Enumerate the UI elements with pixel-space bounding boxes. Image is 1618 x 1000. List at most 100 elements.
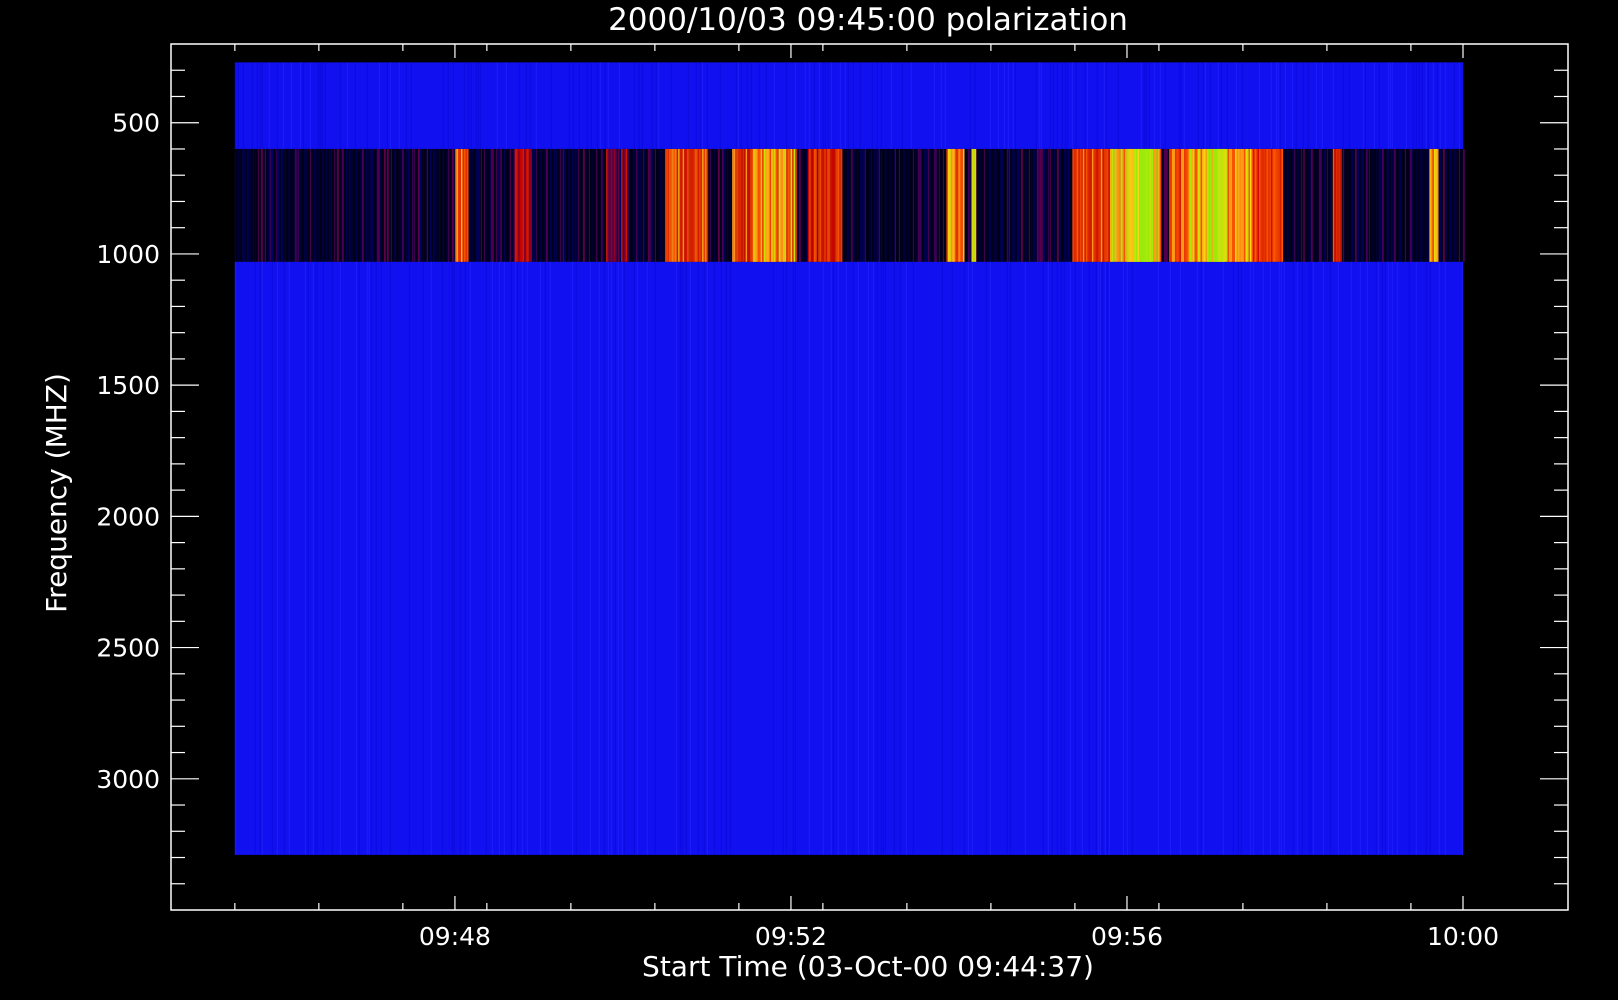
band-texture-line [452,62,454,149]
band-texture-line [735,62,737,149]
burst-line-14 [1191,148,1194,262]
burst-line-0 [459,148,462,262]
burst-line-12 [1137,148,1140,262]
noise-line [1059,148,1061,262]
noise-line [413,148,415,262]
noise-line [1042,148,1045,262]
band-texture-line [1302,62,1304,149]
band-texture-line [822,261,824,855]
band-texture-line [1396,261,1398,855]
y-axis-label: Frequency (MHZ) [40,373,73,613]
band-texture-line [1359,261,1361,855]
band-texture-line [1439,62,1441,149]
burst-line-18 [1432,148,1434,262]
noise-line [288,148,290,262]
burst-line-6 [757,148,760,262]
band-texture-line [1284,62,1286,149]
band-texture-line [1332,62,1334,149]
band-texture-line [859,62,861,149]
burst-line-5 [738,148,740,262]
burst-line-10 [1100,148,1103,262]
burst-line-14 [1225,148,1228,262]
band-texture-line [1292,261,1294,855]
band-texture-line [844,62,846,149]
burst-line-12 [1150,148,1153,262]
noise-line [1319,148,1322,262]
band-texture-line [254,261,256,855]
burst-line-11 [1117,148,1120,262]
burst-line-16 [1252,148,1255,262]
burst-line-6 [784,148,787,262]
band-texture-line [1312,261,1314,855]
band-texture-line [321,62,323,149]
burst-line-2 [613,148,616,262]
burst-line-6 [768,148,770,262]
noise-line [438,148,440,262]
band-texture-line [1071,62,1073,149]
burst-line-1 [515,148,517,262]
burst-line-4 [703,148,706,262]
burst-line-4 [672,148,674,262]
burst-line-1 [524,148,526,262]
noise-line [317,148,320,262]
band-texture-line [681,261,683,855]
noise-line [483,148,485,262]
burst-line-6 [756,148,758,262]
noise-line [563,148,566,262]
burst-line-13 [1176,148,1179,262]
band-texture-line [1105,62,1107,149]
noise-line [1028,148,1030,262]
noise-line [303,148,305,262]
y-tick-label: 1500 [96,371,160,400]
band-texture-line [603,261,605,855]
burst-line-7 [815,148,817,262]
noise-line [859,148,861,262]
band-texture-line [1202,261,1204,855]
burst-line-2 [610,148,613,262]
burst-line-13 [1182,148,1185,262]
blue-band-2 [234,261,1463,855]
noise-line [553,148,555,262]
burst-line-16 [1266,148,1269,262]
noise-line [1024,148,1027,262]
burst-line-15 [1211,148,1213,262]
band-texture-line [1196,261,1198,855]
band-texture-line [893,261,895,855]
band-texture-line [830,261,832,855]
noise-line [917,148,919,262]
band-texture-line [1183,62,1185,149]
band-texture-line [322,261,324,855]
noise-line [284,148,286,262]
band-texture-line [618,62,620,149]
band-texture-line [256,62,258,149]
noise-line [361,148,364,262]
band-texture-line [974,62,976,149]
burst-line-8 [947,148,950,262]
burst-line-18 [1435,148,1437,262]
noise-line [1458,148,1460,262]
band-texture-line [1425,62,1427,149]
noise-line [543,148,546,262]
noise-line [1012,148,1015,262]
burst-line-16 [1281,148,1284,262]
noise-line [296,148,298,262]
band-texture-line [1145,62,1147,149]
burst-line-6 [772,148,775,262]
burst-line-14 [1201,148,1204,262]
band-texture-line [1458,62,1460,149]
burst-line-4 [684,148,686,262]
band-texture-line [586,62,588,149]
noise-line [1002,148,1004,262]
band-texture-line [703,261,705,855]
noise-line [894,148,896,262]
noise-line [904,148,906,262]
burst-line-2 [609,148,611,262]
noise-line [280,148,283,262]
noise-line [398,148,401,262]
burst-line-11 [1159,148,1162,262]
noise-line [591,148,594,262]
noise-line [920,148,922,262]
band-texture-line [539,261,541,855]
band-texture-line [463,62,465,149]
noise-line [567,148,570,262]
